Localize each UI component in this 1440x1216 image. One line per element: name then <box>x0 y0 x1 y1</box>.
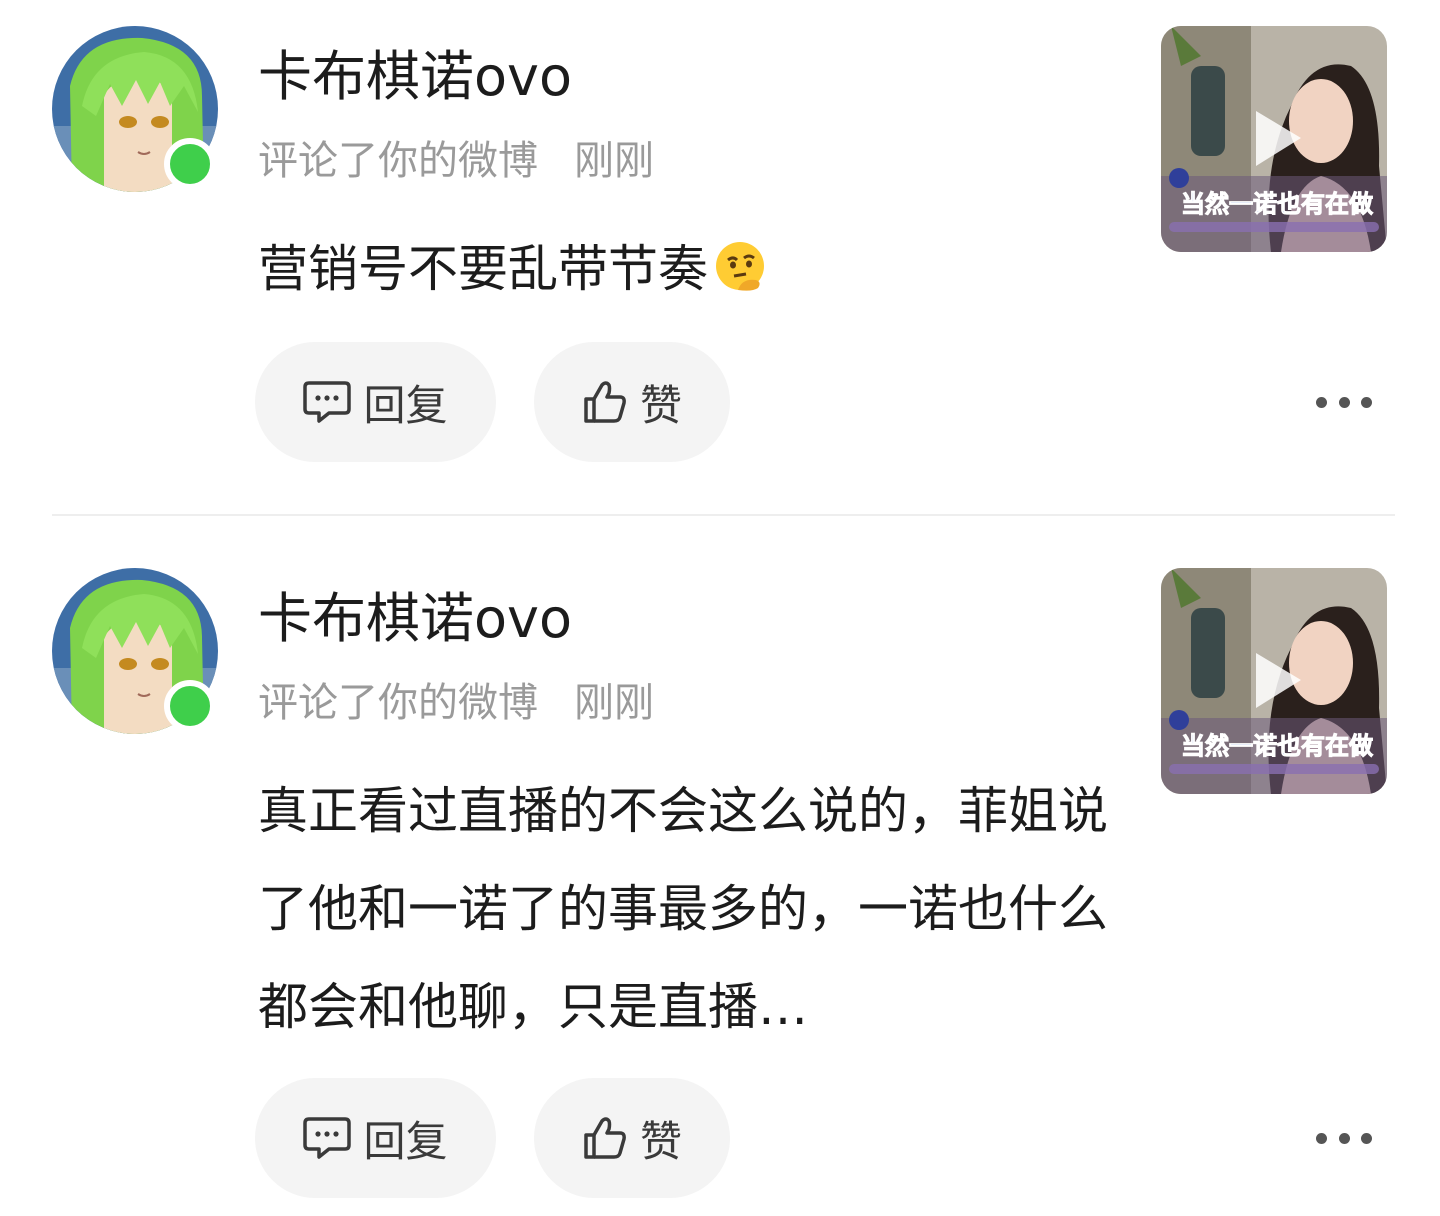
reply-label: 回复 <box>363 1116 448 1166</box>
username[interactable]: 卡布棋诺ovo <box>258 40 572 114</box>
reply-button[interactable]: 回复 <box>255 1078 496 1198</box>
thumbs-up-icon <box>584 1117 626 1159</box>
notification-meta: 评论了你的微博 刚刚 <box>258 672 654 734</box>
timestamp: 刚刚 <box>574 680 654 726</box>
reply-label: 回复 <box>363 380 448 430</box>
notification-meta: 评论了你的微博 刚刚 <box>258 130 654 192</box>
notification-item[interactable]: 卡布棋诺ovo 评论了你的微博 刚刚 营销号不要乱带节奏 当然一诺也有在做 回复… <box>0 0 1440 514</box>
like-button[interactable]: 赞 <box>534 1078 730 1198</box>
username[interactable]: 卡布棋诺ovo <box>258 582 572 656</box>
comment-icon <box>303 381 352 423</box>
comment-text[interactable]: 真正看过直播的不会这么说的，菲姐说了他和一诺了的事最多的，一诺也什么都会和他聊，… <box>258 762 1108 1056</box>
like-label: 赞 <box>639 380 682 430</box>
timestamp: 刚刚 <box>574 138 654 184</box>
thumbs-up-icon <box>584 381 626 423</box>
notification-item[interactable]: 卡布棋诺ovo 评论了你的微博 刚刚 真正看过直播的不会这么说的，菲姐说了他和一诺… <box>0 542 1440 1216</box>
action-text: 评论了你的微博 <box>258 680 538 726</box>
divider <box>52 514 1395 516</box>
avatar[interactable] <box>52 568 218 734</box>
online-status-dot <box>164 680 216 732</box>
post-thumbnail[interactable]: 当然一诺也有在做 <box>1161 568 1387 794</box>
comment-icon <box>303 1117 352 1159</box>
online-status-dot <box>164 138 216 190</box>
avatar[interactable] <box>52 26 218 192</box>
like-button[interactable]: 赞 <box>534 342 730 462</box>
thumbnail-caption: 当然一诺也有在做 <box>1181 732 1373 760</box>
thumbnail-caption: 当然一诺也有在做 <box>1181 190 1373 218</box>
post-thumbnail[interactable]: 当然一诺也有在做 <box>1161 26 1387 252</box>
thinking-face-emoji <box>716 242 764 291</box>
reply-button[interactable]: 回复 <box>255 342 496 462</box>
more-options-icon[interactable] <box>1316 1118 1372 1158</box>
more-options-icon[interactable] <box>1316 382 1372 422</box>
comment-text[interactable]: 营销号不要乱带节奏 <box>258 220 1108 318</box>
action-text: 评论了你的微博 <box>258 138 538 184</box>
like-label: 赞 <box>639 1116 682 1166</box>
comment-body: 营销号不要乱带节奏 <box>258 240 708 298</box>
